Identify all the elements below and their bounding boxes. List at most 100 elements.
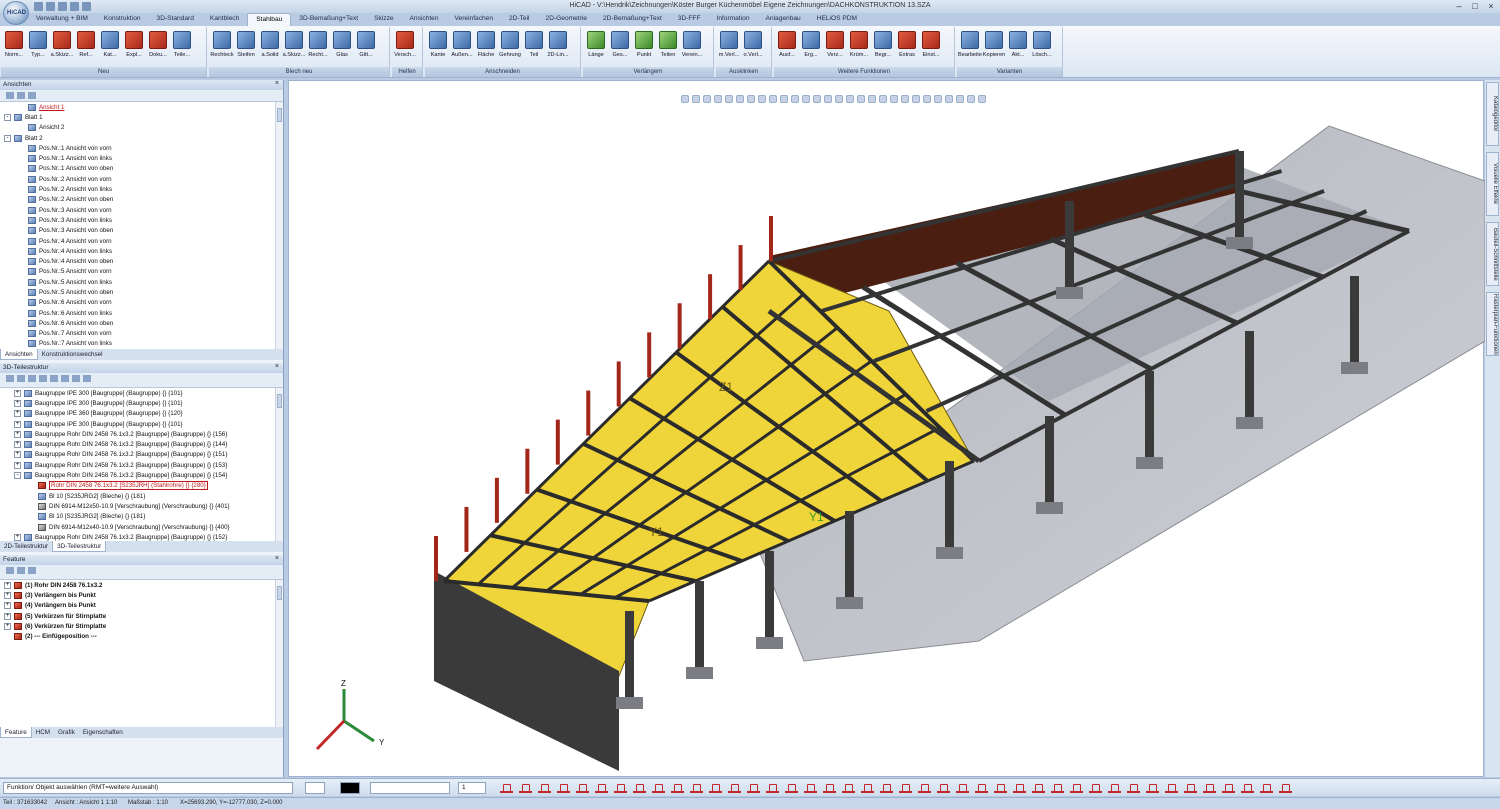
scroll-thumb[interactable] xyxy=(277,586,282,600)
tree-item[interactable]: Rohr DIN 2458 76.1x3.2 [S235JRH] (Stahlr… xyxy=(0,481,283,491)
color-select[interactable] xyxy=(340,782,360,794)
scrollbar[interactable] xyxy=(275,102,283,349)
tree-item[interactable]: Pos.Nr.:4 Ansicht von vorn xyxy=(0,236,283,246)
expand-icon[interactable]: - xyxy=(4,134,11,142)
ribbon-button-4-0[interactable]: Länge xyxy=(584,29,608,65)
snap-icon[interactable] xyxy=(538,782,551,793)
side-tab[interactable]: Visuelle Effekte xyxy=(1486,152,1499,216)
snap-icon[interactable] xyxy=(595,782,608,793)
scroll-thumb[interactable] xyxy=(277,394,282,408)
tree-item[interactable]: - Blatt 2 xyxy=(0,133,283,143)
snap-icon[interactable] xyxy=(728,782,741,793)
side-tab[interactable]: Bauteil-Schnittstelle xyxy=(1486,222,1499,286)
panel-tab[interactable]: Eigenschaften xyxy=(79,727,127,738)
tree-item[interactable]: + Baugruppe IPE 300 [Baugruppe] (Baugrupp… xyxy=(0,388,283,398)
tree-item[interactable]: Pos.Nr.:3 Ansicht von links xyxy=(0,215,283,225)
tree-item[interactable]: Ansicht 1 xyxy=(0,102,283,112)
tool-icon[interactable] xyxy=(61,375,69,382)
ribbon-button-6-6[interactable]: Einst... xyxy=(919,29,943,65)
snap-icon[interactable] xyxy=(1013,782,1026,793)
tree-item[interactable]: + (6) Verkürzen für Stirnplatte xyxy=(0,621,283,631)
expand-icon[interactable]: + xyxy=(14,410,21,418)
tab-0[interactable]: Verwaltung + BIM xyxy=(28,13,96,26)
tool-icon[interactable] xyxy=(17,92,25,99)
ribbon-button-0-0[interactable]: Norm... xyxy=(2,29,26,65)
tree-item[interactable]: Pos.Nr.:2 Ansicht von vorn xyxy=(0,174,283,184)
snap-icon[interactable] xyxy=(804,782,817,793)
tree-item[interactable]: - Baugruppe Rohr DIN 2458 76.1x3.2 [Baugr… xyxy=(0,470,283,480)
ribbon-button-3-2[interactable]: Fläche xyxy=(474,29,498,65)
tool-icon[interactable] xyxy=(6,567,14,574)
panel-close-icon[interactable]: × xyxy=(275,363,279,370)
tab-5[interactable]: 3D-Bemaßung+Text xyxy=(291,13,366,26)
tool-icon[interactable] xyxy=(28,375,36,382)
tab-13[interactable]: Information xyxy=(709,13,758,26)
tree-item[interactable]: Pos.Nr.:2 Ansicht von links xyxy=(0,184,283,194)
side-tab[interactable]: Katalogeditor xyxy=(1486,82,1499,146)
undo-icon[interactable] xyxy=(70,2,79,11)
tool-icon[interactable] xyxy=(28,567,36,574)
ribbon-button-6-5[interactable]: Extras xyxy=(895,29,919,65)
ribbon-button-5-1[interactable]: o.Verl... xyxy=(741,29,765,65)
open-icon[interactable] xyxy=(46,2,55,11)
scrollbar[interactable] xyxy=(275,388,283,541)
ribbon-button-6-4[interactable]: Begr... xyxy=(871,29,895,65)
snap-icon[interactable] xyxy=(956,782,969,793)
snap-icon[interactable] xyxy=(1146,782,1159,793)
tree-item[interactable]: + (4) Verlängern bis Punkt xyxy=(0,601,283,611)
snap-icon[interactable] xyxy=(614,782,627,793)
ribbon-button-3-4[interactable]: Teil xyxy=(522,29,546,65)
ribbon-button-7-3[interactable]: Lösch... xyxy=(1030,29,1054,65)
snap-icon[interactable] xyxy=(1070,782,1083,793)
3d-viewport[interactable]: Z1 Y1 Y1 Z Y xyxy=(288,80,1485,777)
tab-15[interactable]: HELiOS PDM xyxy=(809,13,865,26)
snap-icon[interactable] xyxy=(899,782,912,793)
expand-icon[interactable]: + xyxy=(14,389,21,397)
snap-icon[interactable] xyxy=(671,782,684,793)
expand-icon[interactable]: - xyxy=(14,472,21,480)
ribbon-button-0-1[interactable]: Typ... xyxy=(26,29,50,65)
tool-icon[interactable] xyxy=(6,375,14,382)
tree-item[interactable]: + Baugruppe Rohr DIN 2458 76.1x3.2 [Baugr… xyxy=(0,429,283,439)
tool-icon[interactable] xyxy=(72,375,80,382)
tab-8[interactable]: Vereinfachen xyxy=(447,13,502,26)
tree-item[interactable]: Pos.Nr.:2 Ansicht von oben xyxy=(0,195,283,205)
ribbon-button-1-2[interactable]: a.Solid xyxy=(258,29,282,65)
snap-icon[interactable] xyxy=(842,782,855,793)
ribbon-button-0-2[interactable]: a.Skizz... xyxy=(50,29,74,65)
ribbon-button-4-4[interactable]: Verein... xyxy=(680,29,704,65)
tree-item[interactable]: + Baugruppe IPE 300 [Baugruppe] (Baugrupp… xyxy=(0,398,283,408)
tree-item[interactable]: DIN 6914-M12x40-10.9 [Verschraubung] (Ve… xyxy=(0,522,283,532)
ribbon-button-0-7[interactable]: Teile... xyxy=(170,29,194,65)
tree-item[interactable]: Pos.Nr.:1 Ansicht von vorn xyxy=(0,143,283,153)
snap-icon[interactable] xyxy=(1184,782,1197,793)
snap-icon[interactable] xyxy=(1203,782,1216,793)
close-icon[interactable]: × xyxy=(1484,1,1498,11)
panel-tab[interactable]: 3D-Teilestruktur xyxy=(52,541,107,552)
snap-icon[interactable] xyxy=(500,782,513,793)
new-icon[interactable] xyxy=(34,2,43,11)
scrollbar[interactable] xyxy=(275,580,283,727)
ribbon-button-4-1[interactable]: Ges... xyxy=(608,29,632,65)
ribbon-button-6-1[interactable]: Erg... xyxy=(799,29,823,65)
snap-icon[interactable] xyxy=(880,782,893,793)
snap-icon[interactable] xyxy=(975,782,988,793)
expand-icon[interactable]: + xyxy=(14,533,21,541)
ribbon-button-1-0[interactable]: Rechteck xyxy=(210,29,234,65)
tree-item[interactable]: Pos.Nr.:1 Ansicht von oben xyxy=(0,164,283,174)
panel-tab[interactable]: Ansichten xyxy=(0,349,38,360)
snap-icon[interactable] xyxy=(1279,782,1292,793)
tab-1[interactable]: Konstruktion xyxy=(96,13,149,26)
save-icon[interactable] xyxy=(58,2,67,11)
linetype-select[interactable] xyxy=(370,782,450,794)
snap-icon[interactable] xyxy=(690,782,703,793)
tool-icon[interactable] xyxy=(17,567,25,574)
snap-icon[interactable] xyxy=(861,782,874,793)
ribbon-button-2-0[interactable]: Versch... xyxy=(393,29,417,65)
ribbon-button-1-5[interactable]: Glas xyxy=(330,29,354,65)
snap-icon[interactable] xyxy=(1032,782,1045,793)
ribbon-button-3-0[interactable]: Kante xyxy=(426,29,450,65)
ribbon-button-7-2[interactable]: Akt... xyxy=(1006,29,1030,65)
ribbon-button-1-6[interactable]: Gitt... xyxy=(354,29,378,65)
panel-tab[interactable]: HCM xyxy=(32,727,54,738)
